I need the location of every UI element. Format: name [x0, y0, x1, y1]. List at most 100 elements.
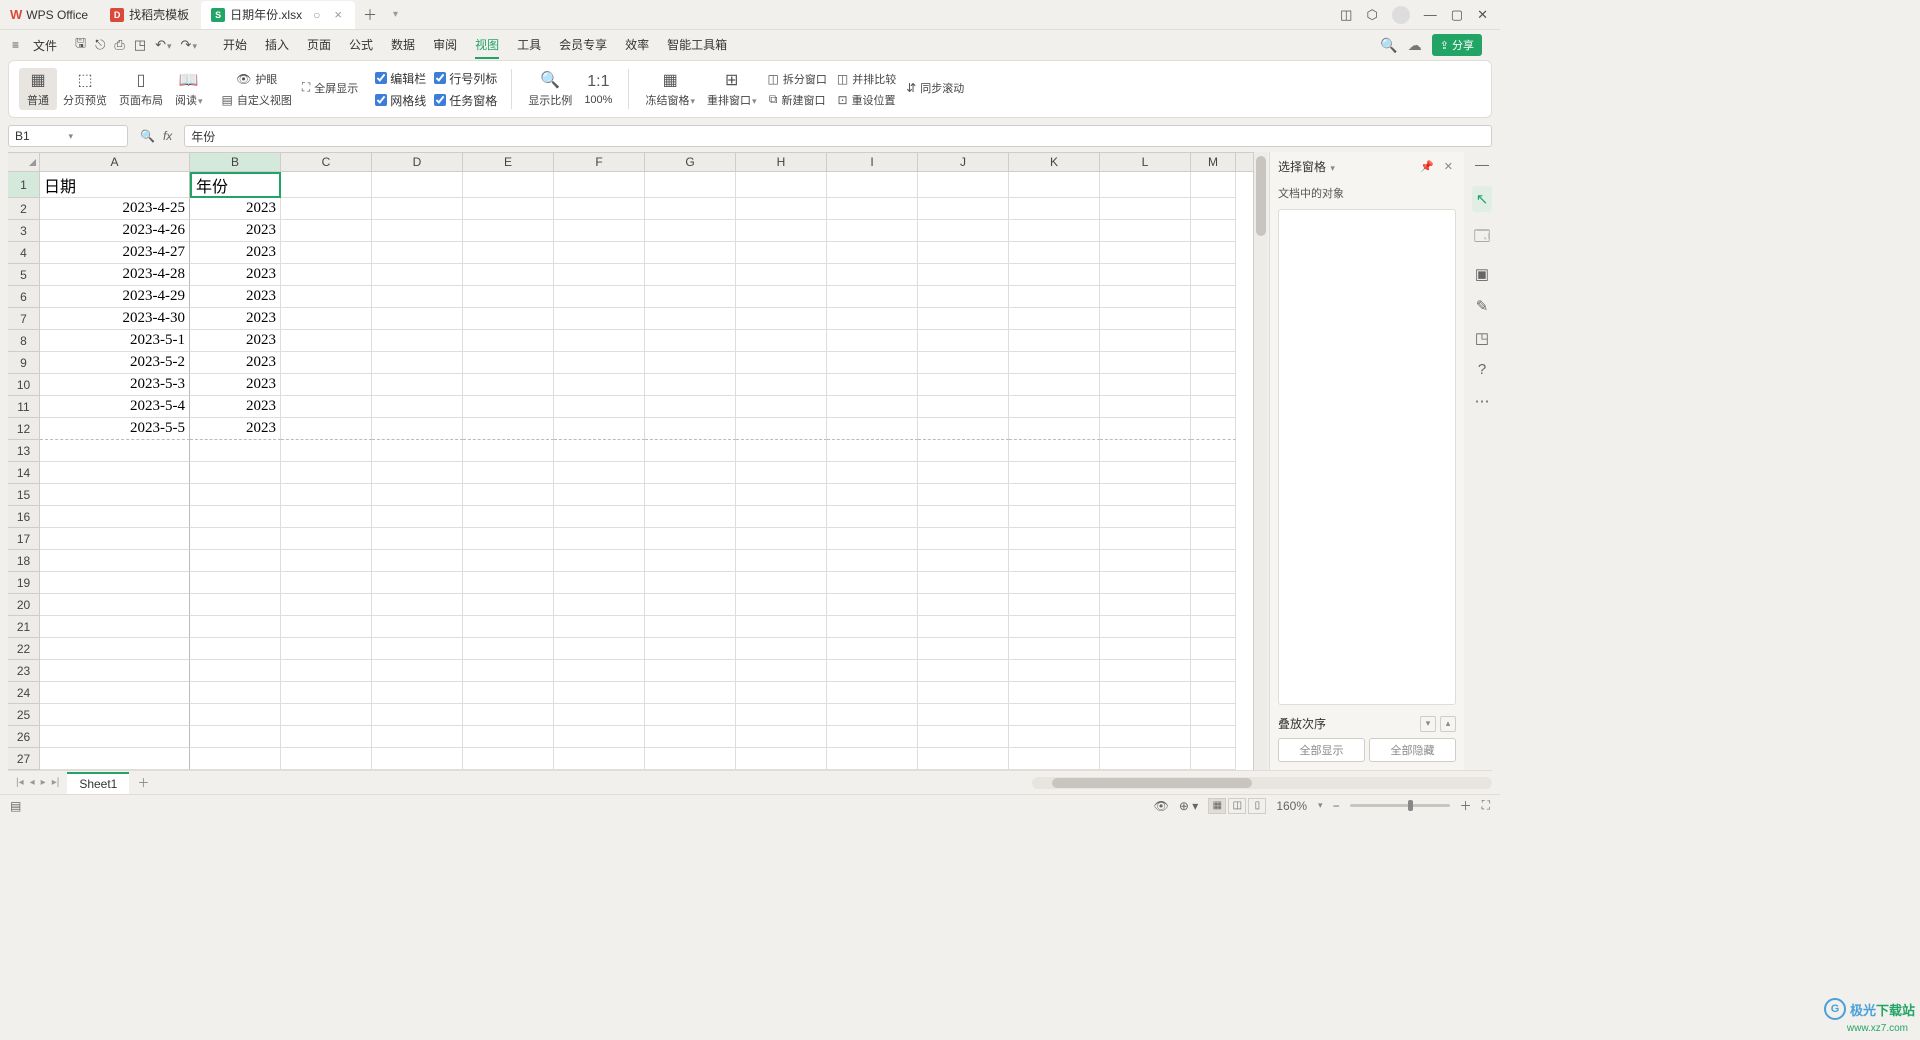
cell[interactable] [40, 462, 190, 484]
cell[interactable] [40, 550, 190, 572]
cell[interactable] [1009, 550, 1100, 572]
cell[interactable] [1100, 286, 1191, 308]
cell[interactable] [1009, 242, 1100, 264]
view-page-layout-button[interactable]: ▯页面布局 [113, 68, 169, 110]
cell[interactable] [645, 748, 736, 770]
cell[interactable] [918, 220, 1009, 242]
cell[interactable] [645, 506, 736, 528]
cell[interactable] [1009, 748, 1100, 770]
cell[interactable] [281, 242, 372, 264]
cell[interactable] [827, 308, 918, 330]
cell[interactable] [190, 506, 281, 528]
cell[interactable] [463, 748, 554, 770]
cell[interactable]: 2023 [190, 242, 281, 264]
cell[interactable] [463, 506, 554, 528]
cell[interactable] [1100, 748, 1191, 770]
row-header[interactable]: 17 [8, 528, 40, 550]
cell[interactable] [918, 440, 1009, 462]
cell[interactable] [1100, 638, 1191, 660]
cell[interactable] [1009, 726, 1100, 748]
row-header[interactable]: 14 [8, 462, 40, 484]
cell[interactable] [827, 330, 918, 352]
cell[interactable] [827, 286, 918, 308]
col-header-M[interactable]: M [1191, 153, 1236, 171]
cell[interactable] [281, 616, 372, 638]
cell[interactable] [281, 572, 372, 594]
cell[interactable] [40, 484, 190, 506]
move-up-icon[interactable]: ▴ [1440, 716, 1456, 732]
cell[interactable] [645, 462, 736, 484]
pin-icon[interactable]: 📌 [1417, 160, 1437, 173]
cell[interactable] [463, 242, 554, 264]
cell[interactable] [736, 172, 827, 198]
ops-icon[interactable]: ⊕ ▾ [1179, 799, 1198, 813]
cell[interactable] [463, 726, 554, 748]
redo-icon[interactable]: ↷▾ [181, 37, 197, 53]
cell[interactable]: 2023 [190, 352, 281, 374]
cell[interactable] [1009, 528, 1100, 550]
cell[interactable] [736, 682, 827, 704]
freeze-panes-button[interactable]: ▦冻结窗格▾ [639, 68, 701, 110]
cell[interactable] [281, 726, 372, 748]
horizontal-scrollbar[interactable] [1032, 777, 1492, 789]
cell[interactable] [827, 172, 918, 198]
cell[interactable] [1100, 572, 1191, 594]
cell[interactable] [1009, 264, 1100, 286]
cell[interactable] [463, 418, 554, 440]
cell[interactable] [1009, 172, 1100, 198]
cell[interactable] [827, 198, 918, 220]
view-layout-icon[interactable]: ▯ [1248, 798, 1266, 814]
cell[interactable] [190, 594, 281, 616]
cell[interactable] [463, 704, 554, 726]
cell[interactable] [281, 484, 372, 506]
cell[interactable] [736, 506, 827, 528]
cell[interactable] [645, 594, 736, 616]
zoom-out-icon[interactable]: − [1333, 799, 1340, 813]
cell[interactable]: 日期 [40, 172, 190, 198]
cell[interactable] [1100, 726, 1191, 748]
cell[interactable] [372, 748, 463, 770]
cell[interactable] [1100, 484, 1191, 506]
cell[interactable] [190, 704, 281, 726]
cell[interactable] [645, 418, 736, 440]
view-read-button[interactable]: 📖阅读▾ [169, 68, 209, 110]
style-icon[interactable]: 🗔 [1474, 226, 1490, 251]
cell[interactable] [554, 682, 645, 704]
cell[interactable] [827, 220, 918, 242]
cell[interactable] [554, 418, 645, 440]
cell[interactable] [736, 594, 827, 616]
menu-tab-开始[interactable]: 开始 [223, 32, 247, 59]
cell[interactable] [645, 660, 736, 682]
add-sheet-button[interactable]: ＋ [129, 774, 157, 791]
cell[interactable] [1009, 286, 1100, 308]
cell[interactable]: 2023 [190, 396, 281, 418]
task-pane-checkbox[interactable]: 任务窗格 [430, 91, 501, 110]
cell[interactable] [463, 172, 554, 198]
cell[interactable] [281, 638, 372, 660]
cell[interactable] [463, 396, 554, 418]
row-header[interactable]: 7 [8, 308, 40, 330]
cell[interactable] [190, 726, 281, 748]
cell[interactable] [736, 704, 827, 726]
avatar-icon[interactable] [1392, 6, 1410, 24]
cell[interactable] [918, 550, 1009, 572]
cell[interactable] [554, 172, 645, 198]
row-header[interactable]: 15 [8, 484, 40, 506]
cell[interactable] [736, 198, 827, 220]
row-col-label-checkbox[interactable]: 行号列标 [430, 69, 501, 88]
cell[interactable] [918, 352, 1009, 374]
cell[interactable]: 2023 [190, 264, 281, 286]
cell[interactable] [918, 374, 1009, 396]
cell[interactable]: 2023 [190, 198, 281, 220]
cell[interactable] [281, 220, 372, 242]
cell[interactable] [736, 352, 827, 374]
cell[interactable] [918, 638, 1009, 660]
cell[interactable] [372, 286, 463, 308]
cell[interactable] [827, 704, 918, 726]
cell[interactable] [1009, 462, 1100, 484]
row-header[interactable]: 9 [8, 352, 40, 374]
cell[interactable] [1100, 550, 1191, 572]
cell[interactable] [554, 286, 645, 308]
cell[interactable] [918, 660, 1009, 682]
cell[interactable] [40, 682, 190, 704]
